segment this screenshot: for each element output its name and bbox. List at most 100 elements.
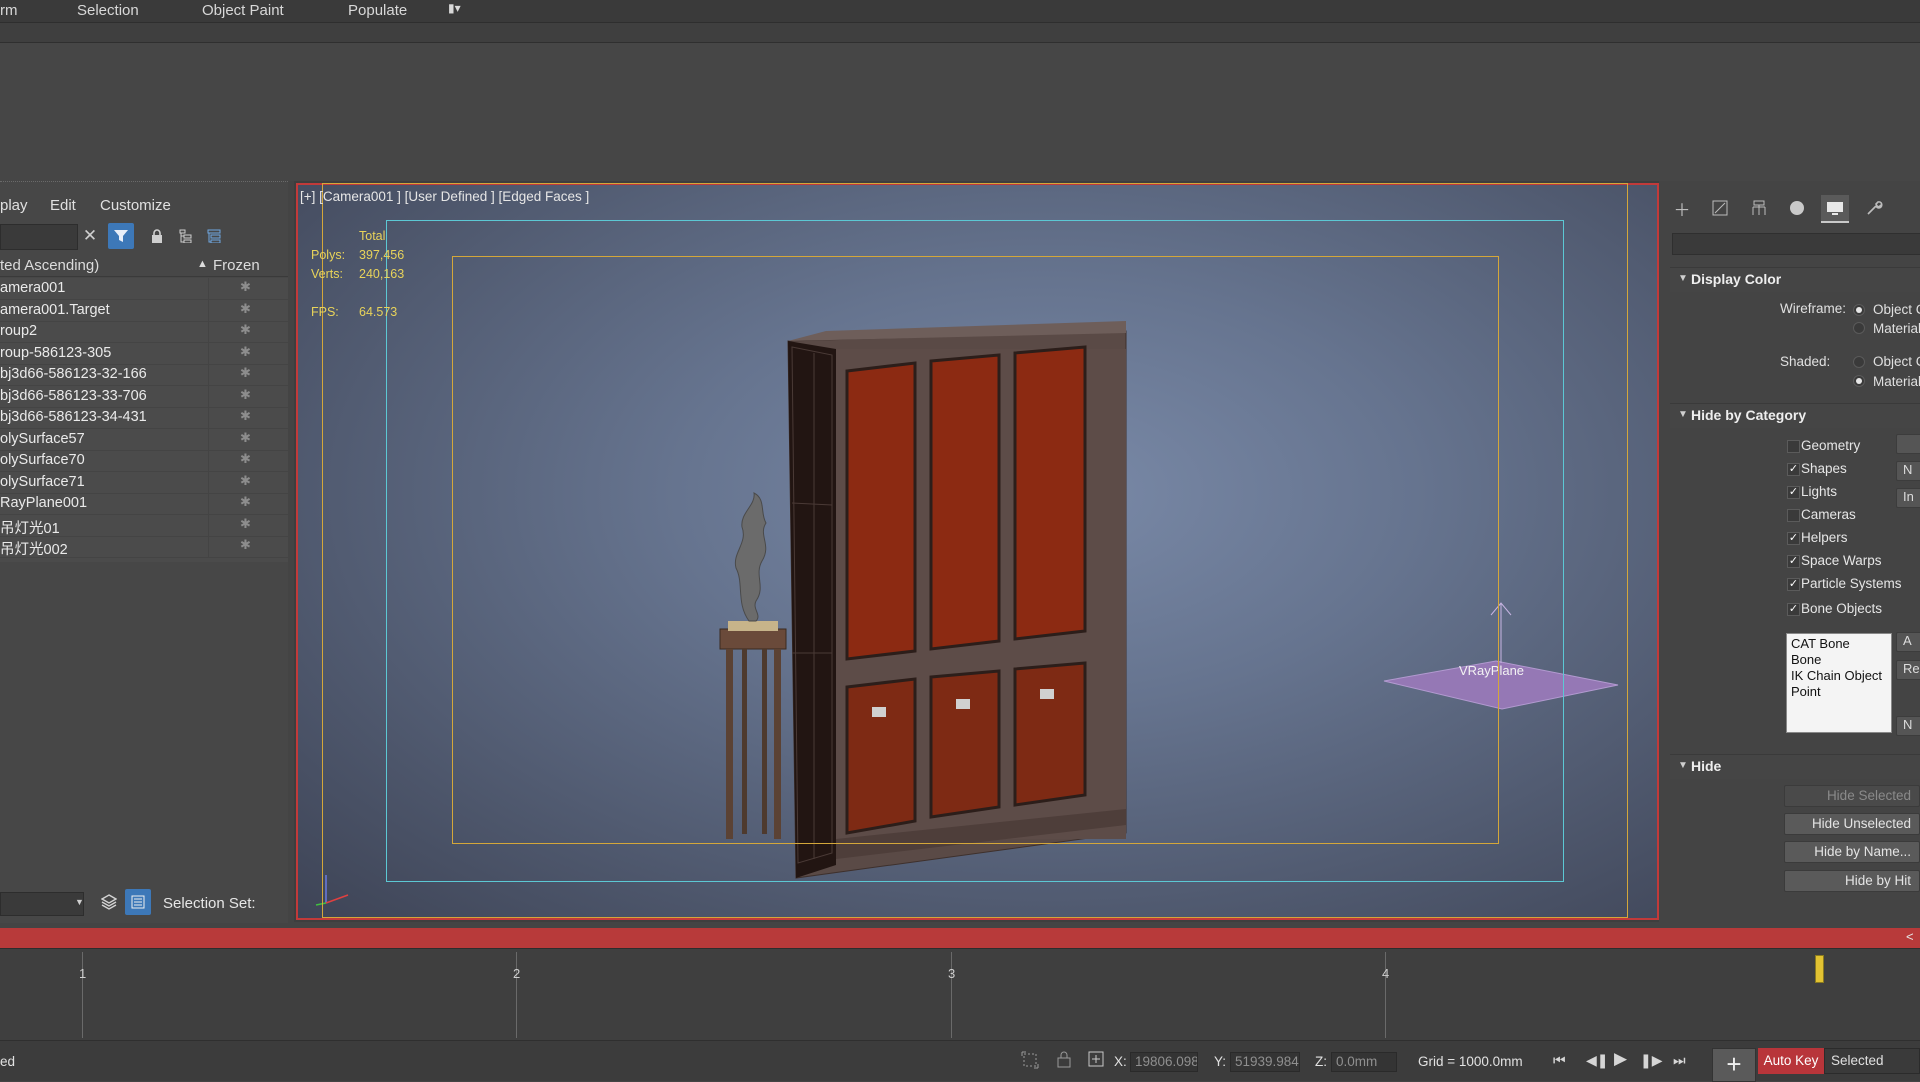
rollout-hide[interactable]: ▼ Hide: [1670, 754, 1920, 779]
space-warps-checkbox[interactable]: ✓: [1787, 555, 1800, 568]
freeze-icon[interactable]: ✱: [240, 322, 251, 338]
chevron-left-icon[interactable]: <: [1906, 929, 1914, 944]
list-item[interactable]: bj3d66-586123-32-166 ✱: [0, 364, 288, 386]
sort-column-header[interactable]: ted Ascending): [0, 257, 99, 274]
viewport-label[interactable]: [+] [Camera001 ] [User Defined ] [Edged …: [300, 189, 589, 204]
list-item[interactable]: olySurface70 ✱: [0, 450, 288, 472]
menu-item-populate[interactable]: Populate: [348, 2, 407, 19]
remove-button[interactable]: Re: [1896, 660, 1920, 680]
none-button[interactable]: N: [1896, 461, 1920, 481]
isolate-selection-icon[interactable]: [1020, 1050, 1040, 1073]
list-item[interactable]: RayPlane001 ✱: [0, 493, 288, 515]
list-item[interactable]: CAT Bone: [1791, 636, 1850, 651]
hide-unselected-button[interactable]: Hide Unselected: [1784, 813, 1920, 835]
explorer-menu-display[interactable]: play: [0, 197, 28, 214]
helpers-checkbox[interactable]: ✓: [1787, 532, 1800, 545]
list-item[interactable]: bj3d66-586123-34-431 ✱: [0, 407, 288, 429]
list-item[interactable]: 吊灯光002 ✱: [0, 536, 288, 558]
add-button[interactable]: A: [1896, 632, 1920, 652]
list-item[interactable]: bj3d66-586123-33-706 ✱: [0, 385, 288, 408]
hide-by-hit-button[interactable]: Hide by Hit: [1784, 870, 1920, 892]
particle-systems-checkbox[interactable]: ✓: [1787, 578, 1800, 591]
list-item[interactable]: roup-586123-305 ✱: [0, 342, 288, 365]
menu-item-rm[interactable]: rm: [0, 2, 18, 19]
filter-icon[interactable]: [108, 223, 134, 249]
invert-button[interactable]: In: [1896, 488, 1920, 508]
wireframe-object-color-radio[interactable]: [1853, 304, 1865, 316]
x-coord-field[interactable]: 19806.098: [1130, 1052, 1198, 1072]
menu-item-selection[interactable]: Selection: [77, 2, 139, 19]
track-bar[interactable]: [0, 948, 1920, 1041]
auto-key-button[interactable]: Auto Key: [1758, 1048, 1824, 1074]
go-to-start-icon[interactable]: ⏮: [1553, 1052, 1566, 1069]
shaded-material-color-radio[interactable]: [1853, 375, 1865, 387]
y-coord-field[interactable]: 51939.984: [1230, 1052, 1300, 1072]
scene-explorer-icon[interactable]: [125, 889, 151, 915]
shapes-checkbox[interactable]: ✓: [1787, 463, 1800, 476]
explorer-menu-edit[interactable]: Edit: [50, 197, 76, 214]
list-item[interactable]: olySurface71 ✱: [0, 471, 288, 494]
absolute-mode-icon[interactable]: [1087, 1050, 1105, 1071]
hierarchy-icon[interactable]: [173, 223, 199, 249]
list-item[interactable]: Bone: [1791, 652, 1821, 667]
chevron-down-icon[interactable]: ▼: [75, 897, 84, 907]
time-playhead[interactable]: [1815, 955, 1824, 983]
geometry-checkbox[interactable]: [1787, 440, 1800, 453]
explorer-column-header[interactable]: ted Ascending) ▲ Frozen: [0, 256, 288, 277]
menu-item-object-paint[interactable]: Object Paint: [202, 2, 284, 19]
freeze-icon[interactable]: ✱: [240, 430, 251, 446]
lock-icon[interactable]: [144, 223, 170, 249]
list-item[interactable]: 吊灯光01 ✱: [0, 514, 288, 537]
time-slider[interactable]: <: [0, 928, 1920, 948]
freeze-icon[interactable]: ✱: [240, 516, 251, 532]
freeze-icon[interactable]: ✱: [240, 473, 251, 489]
modify-tab-icon[interactable]: [1706, 195, 1734, 221]
layers-icon[interactable]: [96, 889, 122, 915]
list-none-button[interactable]: N: [1896, 716, 1920, 736]
layer-hierarchy-icon[interactable]: [201, 223, 227, 249]
lights-checkbox[interactable]: ✓: [1787, 486, 1800, 499]
hierarchy-tab-icon[interactable]: [1745, 195, 1773, 221]
freeze-icon[interactable]: ✱: [240, 344, 251, 360]
category-listbox[interactable]: CAT Bone Bone IK Chain Object Point: [1786, 633, 1892, 733]
hide-by-name-button[interactable]: Hide by Name...: [1784, 841, 1920, 863]
freeze-icon[interactable]: ✱: [240, 387, 251, 403]
list-item[interactable]: IK Chain Object: [1791, 668, 1882, 683]
previous-frame-icon[interactable]: ◀❚: [1586, 1052, 1609, 1069]
hide-selected-button[interactable]: Hide Selected: [1784, 785, 1920, 807]
next-frame-icon[interactable]: ❚▶: [1640, 1052, 1663, 1069]
create-tab-icon[interactable]: ＋: [1668, 195, 1696, 221]
freeze-icon[interactable]: ✱: [240, 301, 251, 317]
freeze-icon[interactable]: ✱: [240, 408, 251, 424]
explorer-selector-dropdown[interactable]: [0, 892, 84, 916]
key-filter-dropdown[interactable]: Selected: [1824, 1048, 1920, 1074]
list-item[interactable]: amera001.Target ✱: [0, 299, 288, 322]
z-coord-field[interactable]: 0.0mm: [1331, 1052, 1397, 1072]
go-to-end-icon[interactable]: ⏭: [1673, 1052, 1686, 1069]
freeze-icon[interactable]: ✱: [240, 365, 251, 381]
explorer-grip[interactable]: [0, 181, 288, 186]
freeze-icon[interactable]: ✱: [240, 537, 251, 553]
rollout-hide-by-category[interactable]: ▼ Hide by Category: [1670, 403, 1920, 428]
explorer-search-input[interactable]: [0, 224, 78, 250]
display-tab-icon[interactable]: [1821, 195, 1849, 223]
freeze-icon[interactable]: ✱: [240, 494, 251, 510]
frozen-column-header[interactable]: Frozen: [213, 257, 260, 274]
object-name-field[interactable]: [1672, 233, 1920, 255]
rollout-display-color[interactable]: ▼ Display Color: [1670, 267, 1920, 292]
selection-lock-icon[interactable]: [1057, 1050, 1071, 1071]
freeze-icon[interactable]: ✱: [240, 279, 251, 295]
play-icon[interactable]: ▶: [1614, 1049, 1627, 1069]
list-item[interactable]: Point: [1791, 684, 1821, 699]
shaded-object-color-radio[interactable]: [1853, 356, 1865, 368]
category-side-button[interactable]: [1896, 434, 1920, 454]
freeze-icon[interactable]: ✱: [240, 451, 251, 467]
clear-search-icon[interactable]: ✕: [77, 223, 103, 249]
cameras-checkbox[interactable]: [1787, 509, 1800, 522]
utilities-tab-icon[interactable]: [1860, 195, 1888, 221]
bone-objects-checkbox[interactable]: ✓: [1787, 603, 1800, 616]
set-key-button[interactable]: +: [1712, 1048, 1756, 1082]
list-item[interactable]: roup2 ✱: [0, 321, 288, 343]
wireframe-material-color-radio[interactable]: [1853, 322, 1865, 334]
list-item[interactable]: amera001 ✱: [0, 278, 288, 300]
